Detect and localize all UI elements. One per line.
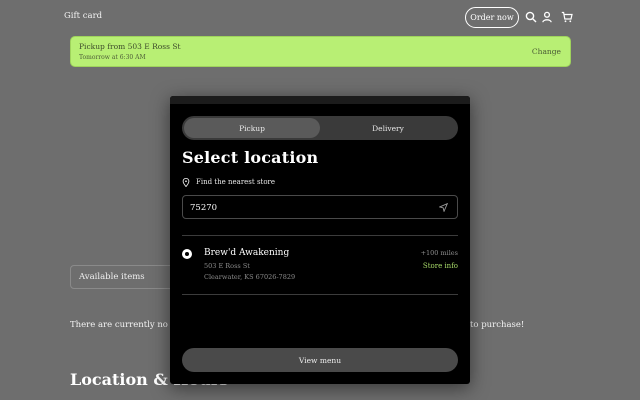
cart-icon[interactable] — [561, 11, 573, 23]
store-list-item[interactable]: Brew'd Awakening 503 E Ross St Clearwate… — [182, 241, 458, 287]
pickup-banner: Pickup from 503 E Ross St Tomorrow at 6:… — [70, 36, 571, 67]
change-pickup-link[interactable]: Change — [532, 47, 561, 56]
store-radio-selected[interactable] — [182, 249, 192, 259]
fulfillment-toggle: Pickup Delivery — [182, 116, 458, 140]
store-address-line1: 503 E Ross St — [204, 262, 250, 270]
store-distance: +100 miles — [420, 249, 458, 257]
site-header: Gift card Order now — [0, 0, 640, 36]
no-items-text-end: to purchase! — [470, 320, 525, 330]
location-search-input[interactable] — [190, 200, 420, 215]
search-icon[interactable] — [525, 11, 537, 23]
no-items-text: There are currently no ite — [70, 320, 182, 330]
account-icon[interactable] — [541, 11, 553, 23]
divider — [182, 294, 458, 295]
banner-subtitle: Tomorrow at 6:30 AM — [79, 54, 146, 61]
location-search-box — [182, 195, 458, 219]
modal-title: Select location — [182, 148, 319, 167]
store-address-line2: Clearwater, KS 67026-7829 — [204, 273, 296, 281]
find-nearest-store-button[interactable]: Find the nearest store — [182, 177, 275, 187]
tab-delivery[interactable]: Delivery — [320, 118, 456, 138]
select-location-modal: Pickup Delivery Select location Find the… — [170, 96, 470, 384]
banner-title: Pickup from 503 E Ross St — [79, 42, 181, 51]
navigation-arrow-icon[interactable] — [439, 203, 448, 212]
tab-pickup[interactable]: Pickup — [184, 118, 320, 138]
find-nearest-label: Find the nearest store — [196, 178, 276, 186]
modal-top-strip — [170, 96, 470, 104]
store-info-link[interactable]: Store info — [423, 262, 458, 270]
view-menu-button[interactable]: View menu — [182, 348, 458, 372]
divider — [182, 235, 458, 236]
gift-card-link[interactable]: Gift card — [64, 11, 102, 21]
order-now-button[interactable]: Order now — [465, 7, 519, 28]
location-pin-icon — [182, 177, 190, 187]
store-name: Brew'd Awakening — [204, 248, 290, 258]
